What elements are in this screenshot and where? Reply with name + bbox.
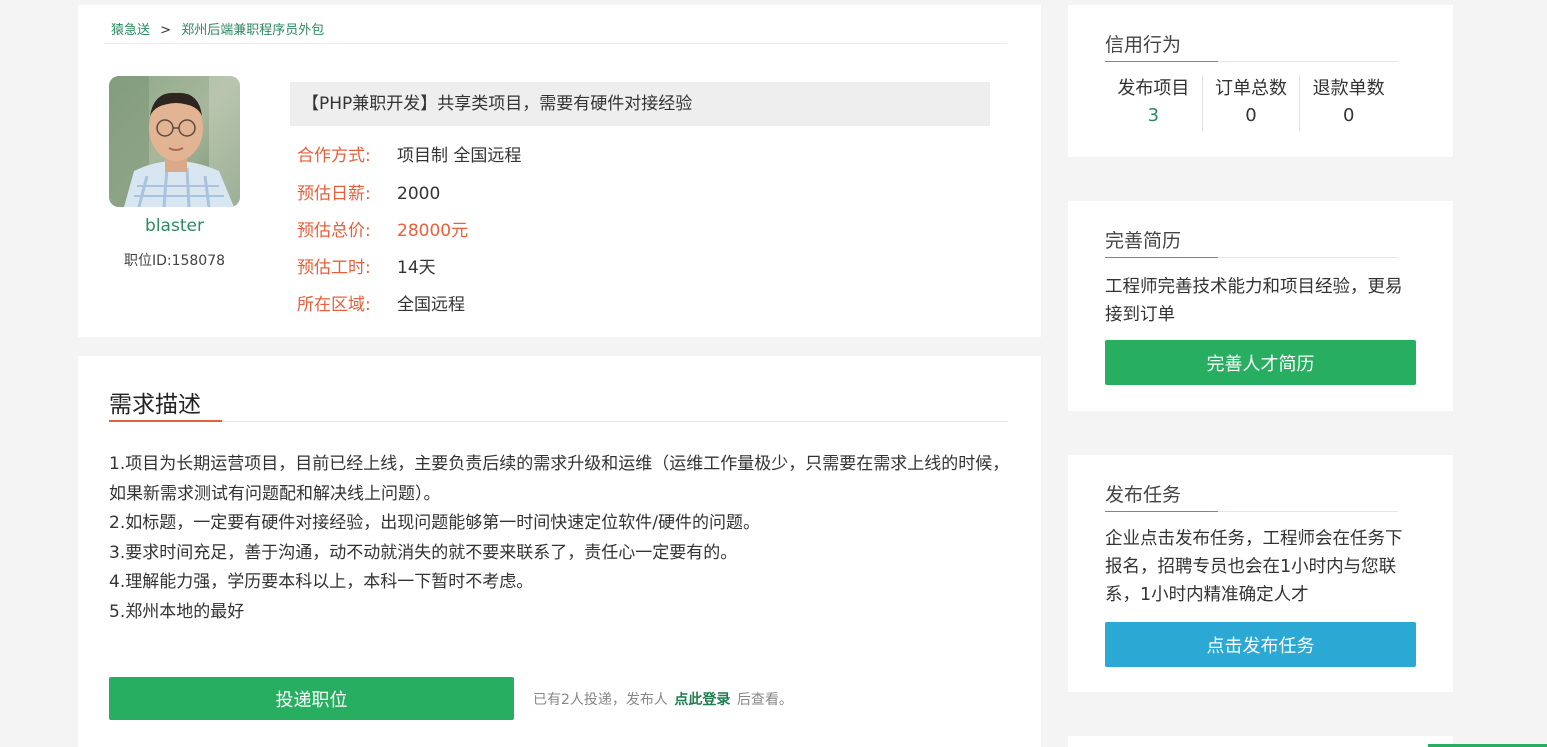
credit-title: 信用行为 — [1105, 34, 1182, 56]
job-title: 【PHP兼职开发】共享类项目，需要有硬件对接经验 — [290, 82, 990, 126]
info-row-work-hours: 预估工时: 14天 — [297, 256, 436, 280]
apply-note-suffix: 后查看。 — [736, 692, 793, 708]
info-row-total-price: 预估总价: 28000元 — [297, 219, 468, 243]
publish-text: 企业点击发布任务，工程师会在任务下报名，招聘专员也会在1小时内与您联系，1小时内… — [1105, 529, 1403, 605]
breadcrumb-home-link[interactable]: 猿急送 — [111, 23, 150, 38]
username-link[interactable]: blaster — [109, 216, 240, 236]
credit-card: 信用行为 发布项目 3 订单总数 0 退款单数 0 — [1068, 5, 1453, 157]
section-divider — [109, 421, 1008, 422]
publish-card: 发布任务 企业点击发布任务，工程师会在任务下报名，招聘专员也会在1小时内与您联系… — [1068, 455, 1453, 692]
description-line: 4.理解能力强，学历要本科以上，本科一下暂时不考虑。 — [109, 572, 534, 592]
resume-text: 工程师完善技术能力和项目经验，更易接到订单 — [1105, 277, 1403, 325]
job-summary-card: 猿急送 > 郑州后端兼职程序员外包 blaster 职位ID:158078 【P… — [78, 5, 1041, 337]
info-value: 28000元 — [397, 221, 469, 241]
info-value: 2000 — [397, 184, 441, 204]
publish-title: 发布任务 — [1105, 484, 1182, 506]
stat-refunds: 退款单数 0 — [1300, 75, 1397, 131]
login-link[interactable]: 点此登录 — [674, 692, 730, 708]
resume-card: 完善简历 工程师完善技术能力和项目经验，更易接到订单 完善人才简历 — [1068, 201, 1453, 411]
description-line: 5.郑州本地的最好 — [109, 601, 245, 622]
section-title: 需求描述 — [109, 392, 201, 418]
description-line: 3.要求时间充足，善于沟通，动不动就消失的就不要来联系了，责任心一定要有的。 — [109, 542, 738, 563]
section-divider — [1218, 257, 1398, 258]
next-card — [1068, 736, 1453, 747]
apply-note-prefix: 已有2人投递，发布人 — [533, 692, 668, 708]
breadcrumb-current-link[interactable]: 郑州后端兼职程序员外包 — [181, 23, 324, 38]
stat-label: 发布项目 — [1117, 78, 1190, 99]
breadcrumb: 猿急送 > 郑州后端兼职程序员外包 — [111, 19, 324, 38]
info-label: 预估总价: — [297, 221, 371, 241]
stat-published-projects: 发布项目 3 — [1105, 75, 1203, 131]
info-row-region: 所在区域: 全国远程 — [297, 293, 465, 317]
stat-total-orders: 订单总数 0 — [1203, 75, 1301, 131]
section-divider — [1218, 511, 1398, 512]
description-line: 1.项目为长期运营项目，目前已经上线，主要负责后续的需求升级和运维（运维工作量极… — [109, 454, 1010, 504]
credit-stats: 发布项目 3 订单总数 0 退款单数 0 — [1105, 75, 1397, 131]
breadcrumb-separator: > — [160, 23, 172, 38]
stat-value: 0 — [1342, 105, 1355, 126]
avatar-image — [109, 76, 240, 207]
complete-resume-button[interactable]: 完善人才简历 — [1105, 340, 1416, 385]
stat-value[interactable]: 3 — [1105, 103, 1202, 129]
info-label: 预估工时: — [297, 258, 371, 278]
section-divider — [1218, 61, 1398, 62]
section-title-underline — [109, 420, 222, 422]
section-title-underline — [1105, 257, 1218, 258]
stat-value: 0 — [1245, 105, 1257, 126]
info-row-cooperation: 合作方式: 项目制 全国远程 — [297, 144, 521, 168]
section-title-underline — [1105, 511, 1218, 512]
info-label: 所在区域: — [297, 295, 371, 315]
resume-title: 完善简历 — [1105, 230, 1182, 252]
info-value: 项目制 全国远程 — [397, 146, 522, 166]
info-value: 14天 — [397, 258, 436, 278]
info-value: 全国远程 — [397, 295, 465, 315]
stat-label: 订单总数 — [1215, 78, 1287, 99]
info-label: 预估日薪: — [297, 184, 371, 204]
publish-task-button[interactable]: 点击发布任务 — [1105, 622, 1416, 667]
info-label: 合作方式: — [297, 146, 371, 166]
breadcrumb-divider — [104, 43, 1007, 44]
description-body: 1.项目为长期运营项目，目前已经上线，主要负责后续的需求升级和运维（运维工作量极… — [109, 450, 1014, 627]
apply-button[interactable]: 投递职位 — [109, 677, 514, 720]
avatar[interactable] — [109, 76, 240, 207]
description-card: 需求描述 1.项目为长期运营项目，目前已经上线，主要负责后续的需求升级和运维（运… — [78, 356, 1041, 747]
apply-note: 已有2人投递，发布人 点此登录 后查看。 — [533, 689, 793, 709]
section-title-underline — [1105, 61, 1218, 62]
info-row-daily-rate: 预估日薪: 2000 — [297, 182, 440, 206]
job-id: 职位ID:158078 — [123, 253, 226, 269]
description-line: 2.如标题，一定要有硬件对接经验，出现问题能够第一时间快速定位软件/硬件的问题。 — [109, 513, 760, 533]
stat-label: 退款单数 — [1312, 78, 1385, 99]
